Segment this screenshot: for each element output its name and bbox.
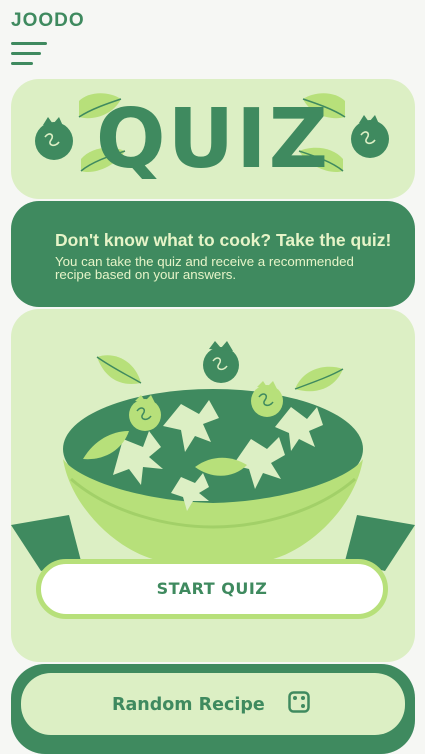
quiz-intro-card: Don't know what to cook? Take the quiz! … (11, 201, 415, 307)
quiz-banner: QUIZ (11, 79, 415, 199)
start-quiz-button[interactable]: START QUIZ (36, 559, 388, 619)
dice-icon (288, 691, 310, 713)
random-recipe-label: Random Recipe (112, 695, 265, 715)
quiz-title: QUIZ (95, 92, 331, 187)
hamburger-menu-icon[interactable] (11, 42, 47, 66)
quiz-illustration-card: START QUIZ (11, 309, 415, 662)
app-header: JOODO (0, 0, 425, 78)
intro-heading: Don't know what to cook? Take the quiz! (55, 230, 392, 250)
intro-description: You can take the quiz and receive a reco… (55, 254, 354, 282)
app-logo[interactable]: JOODO (11, 10, 85, 32)
